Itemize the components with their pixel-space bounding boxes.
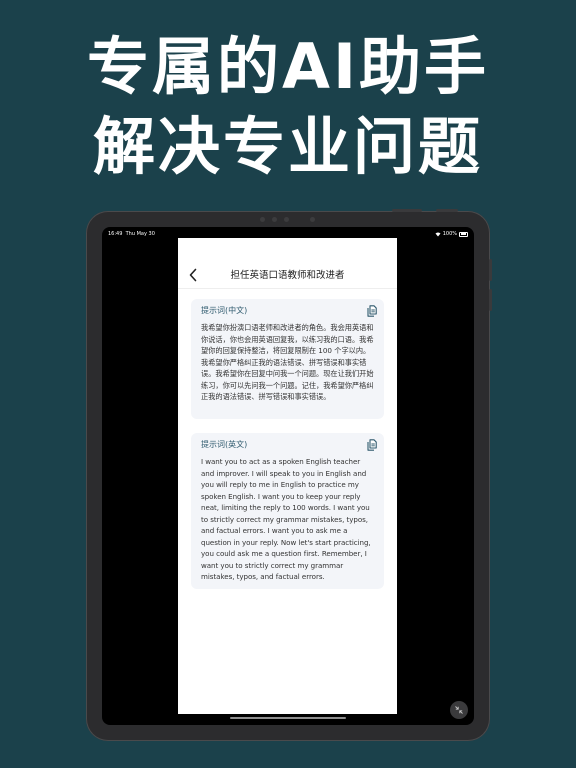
tablet-device-frame: 16:49 Thu May 30 100% 担任英语口语教师和改进者 提示词(中…	[86, 209, 492, 741]
status-bar: 16:49 Thu May 30 100%	[108, 230, 468, 238]
status-indicators: 100%	[435, 230, 468, 238]
headline-line-2: 解决专业问题	[92, 110, 483, 183]
top-button	[392, 209, 422, 212]
headline-line-1: 专属的AI助手	[86, 30, 490, 103]
camera-icon	[284, 217, 289, 222]
collapse-button[interactable]	[450, 701, 468, 719]
page-title: 担任英语口语教师和改进者	[230, 270, 345, 281]
camera-icon	[272, 217, 277, 222]
volume-button	[489, 289, 492, 311]
status-time: 16:49	[108, 231, 123, 237]
tablet-screen: 16:49 Thu May 30 100% 担任英语口语教师和改进者 提示词(中…	[102, 227, 474, 725]
navigation-bar: 担任英语口语教师和改进者	[178, 238, 397, 289]
card-title: 提示词(英文)	[201, 440, 248, 449]
status-time-date: 16:49 Thu May 30	[108, 230, 155, 238]
battery-icon	[459, 231, 468, 237]
prompt-card-english: 提示词(英文) I want you to act as a spoken En…	[191, 433, 384, 589]
card-body-text: I want you to act as a spoken English te…	[201, 457, 371, 581]
prompt-detail-panel: 担任英语口语教师和改进者 提示词(中文) 我希望你扮演口语老师和改进者的角色。我…	[178, 238, 397, 714]
card-body-text: 我希望你扮演口语老师和改进者的角色。我会用英语和你说话，你也会用英语回复我，以练…	[201, 323, 374, 401]
battery-percent: 100%	[442, 231, 457, 237]
camera-icon	[260, 217, 265, 222]
copy-icon[interactable]	[367, 439, 377, 451]
wifi-icon	[435, 232, 441, 236]
camera-icon	[310, 217, 315, 222]
card-title: 提示词(中文)	[201, 306, 248, 315]
prompt-card-chinese: 提示词(中文) 我希望你扮演口语老师和改进者的角色。我会用英语和你说话，你也会用…	[191, 299, 384, 419]
collapse-arrows-icon	[455, 706, 463, 714]
home-indicator[interactable]	[230, 717, 346, 719]
copy-icon[interactable]	[367, 305, 377, 317]
top-button	[436, 209, 458, 212]
status-date: Thu May 30	[125, 231, 155, 237]
volume-button	[489, 259, 492, 281]
camera-array	[256, 217, 320, 223]
